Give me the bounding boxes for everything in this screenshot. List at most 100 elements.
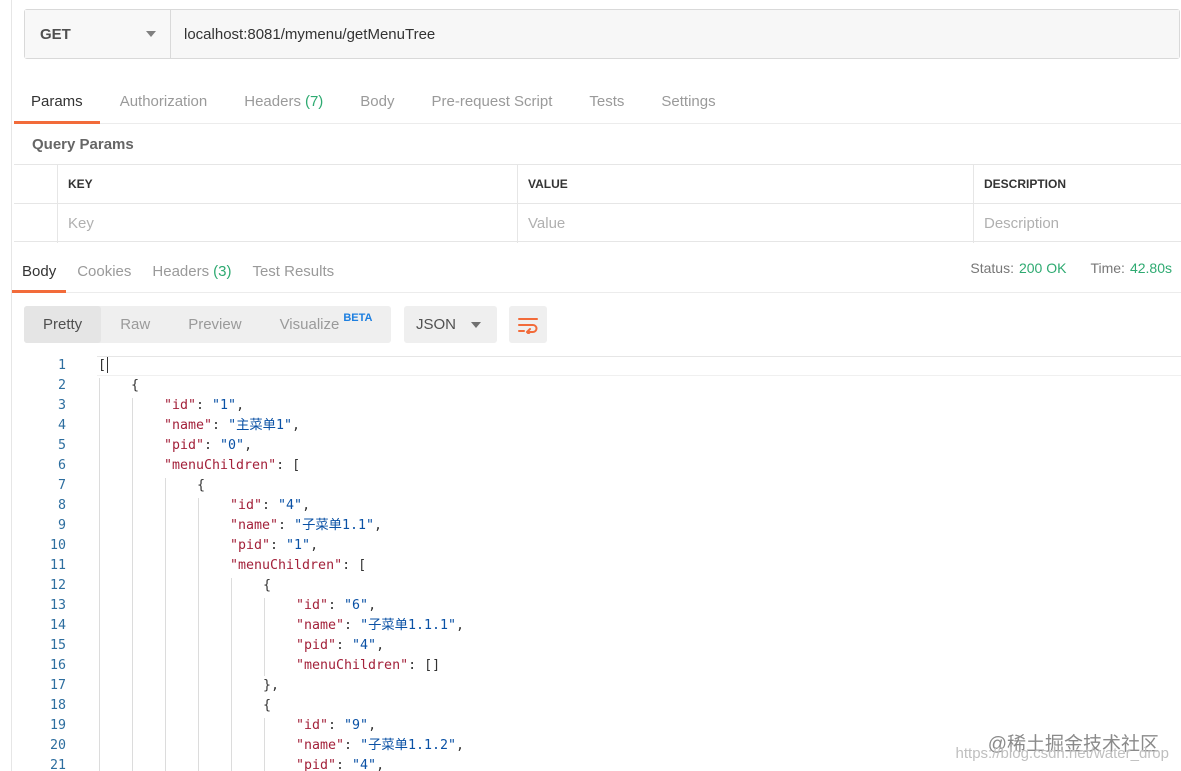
json-string: "子菜单1.1" [294, 518, 374, 533]
code-text: "menuChildren": [] [296, 656, 440, 676]
description-input[interactable]: Description [974, 204, 1181, 243]
json-key: "pid" [296, 638, 337, 653]
json-string: "1" [286, 538, 311, 553]
code-text: "menuChildren": [ [230, 556, 366, 576]
headers-count: (3) [213, 263, 232, 280]
code-line: 6 "menuChildren": [ [0, 456, 1181, 476]
json-key: "id" [230, 498, 263, 513]
tab-label: Test Results [252, 263, 335, 280]
tab-label: Headers [152, 263, 210, 280]
json-punctuation: : [336, 638, 353, 653]
url-input[interactable]: localhost:8081/mymenu/getMenuTree [171, 10, 1179, 58]
tab-pre-request-script[interactable]: Pre-request Script [415, 84, 570, 124]
json-key: "pid" [296, 758, 337, 771]
code-text: "id": "9", [296, 716, 376, 736]
tab-response-body[interactable]: Body [12, 253, 67, 293]
tab-label: Cookies [77, 263, 132, 280]
visualize-label: Visualize [279, 316, 340, 333]
json-key: "id" [296, 718, 329, 733]
watermark-url: https://blog.csdn.net/water_drop [955, 745, 1169, 762]
indent-guide [99, 378, 100, 771]
code-line: 7{ [0, 476, 1181, 496]
line-number: 1 [57, 358, 66, 373]
value-input[interactable]: Value [518, 204, 974, 243]
json-punctuation: : [204, 438, 221, 453]
method-select[interactable]: GET [25, 10, 171, 58]
code-text: "name": "主菜单1", [164, 416, 300, 436]
json-punctuation: , [302, 498, 311, 513]
tab-response-headers[interactable]: Headers (3) [142, 253, 241, 293]
json-punctuation: { [131, 378, 140, 393]
tab-label: Tests [589, 93, 625, 110]
line-number: 13 [49, 598, 66, 613]
wrap-lines-button[interactable] [509, 306, 547, 343]
json-string: "主菜单1" [228, 418, 292, 433]
code-line: 3 "id": "1", [0, 396, 1181, 416]
code-line: 4 "name": "主菜单1", [0, 416, 1181, 436]
json-string: "6" [344, 598, 369, 613]
line-number: 2 [57, 378, 66, 393]
json-key: "menuChildren" [296, 658, 409, 673]
json-key: "pid" [230, 538, 271, 553]
json-punctuation: : [344, 738, 361, 753]
json-punctuation: : [328, 718, 345, 733]
chevron-down-icon [146, 31, 156, 37]
json-punctuation: , [236, 398, 245, 413]
response-body-viewer[interactable]: 1 [2 {3 "id": "1", 4 "name": "主菜单1", 5 "pid": "… [0, 356, 1181, 771]
code-text: { [131, 376, 139, 396]
json-key: "id" [296, 598, 329, 613]
json-key: "menuChildren" [164, 458, 277, 473]
code-text: "pid": "4", [296, 756, 384, 771]
tab-tests[interactable]: Tests [572, 84, 641, 124]
row-checkbox-cell [14, 204, 58, 243]
tab-test-results[interactable]: Test Results [242, 253, 344, 293]
json-punctuation: : [336, 758, 353, 771]
tab-body[interactable]: Body [343, 84, 411, 124]
pretty-button[interactable]: Pretty [24, 306, 102, 343]
time-value: 42.80s [1129, 260, 1172, 276]
preview-button[interactable]: Preview [169, 306, 260, 343]
line-number: 8 [57, 498, 66, 513]
json-punctuation: , [456, 738, 465, 753]
line-number: 11 [49, 558, 66, 573]
code-line: 13 "id": "6", [0, 596, 1181, 616]
json-punctuation: [ [98, 358, 107, 373]
indent-guide [165, 478, 166, 771]
indent-guide [264, 598, 265, 676]
raw-button[interactable]: Raw [101, 306, 169, 343]
indent-guide [264, 718, 265, 771]
line-number: 16 [49, 658, 66, 673]
line-number: 7 [57, 478, 66, 493]
request-bar: GET localhost:8081/mymenu/getMenuTree [24, 9, 1180, 59]
tab-cookies[interactable]: Cookies [67, 253, 141, 293]
json-key: "menuChildren" [230, 558, 343, 573]
column-header-description: DESCRIPTION [984, 177, 1067, 191]
code-line: 5 "pid": "0", [0, 436, 1181, 456]
format-select[interactable]: JSON [404, 306, 497, 343]
line-number: 17 [49, 678, 66, 693]
line-number: 10 [49, 538, 66, 553]
table-header-row: KEY VALUE DESCRIPTION [14, 165, 1181, 204]
json-string: "4" [278, 498, 303, 513]
code-line: 14 "name": "子菜单1.1.1", [0, 616, 1181, 636]
code-text: "name": "子菜单1.1.2", [296, 736, 464, 756]
beta-badge: BETA [343, 311, 373, 324]
key-input[interactable]: Key [58, 204, 518, 243]
json-punctuation: , [368, 718, 377, 733]
tab-settings[interactable]: Settings [644, 84, 732, 124]
code-text: "name": "子菜单1.1.1", [296, 616, 464, 636]
json-punctuation: , [310, 538, 319, 553]
json-punctuation: : [278, 518, 295, 533]
tab-headers[interactable]: Headers (7) [227, 84, 340, 124]
tab-label: Authorization [119, 93, 208, 110]
code-line: 12 { [0, 576, 1181, 596]
tab-authorization[interactable]: Authorization [103, 84, 225, 124]
code-text: "pid": "4", [296, 636, 384, 656]
response-status: Status: 200 OK Time: 42.80s [970, 260, 1172, 276]
json-punctuation: , [368, 598, 377, 613]
indent-guide [132, 398, 133, 771]
visualize-button[interactable]: Visualize BETA [261, 306, 392, 343]
tab-params[interactable]: Params [14, 84, 100, 124]
wrap-icon [518, 317, 538, 334]
json-key: "name" [296, 738, 345, 753]
